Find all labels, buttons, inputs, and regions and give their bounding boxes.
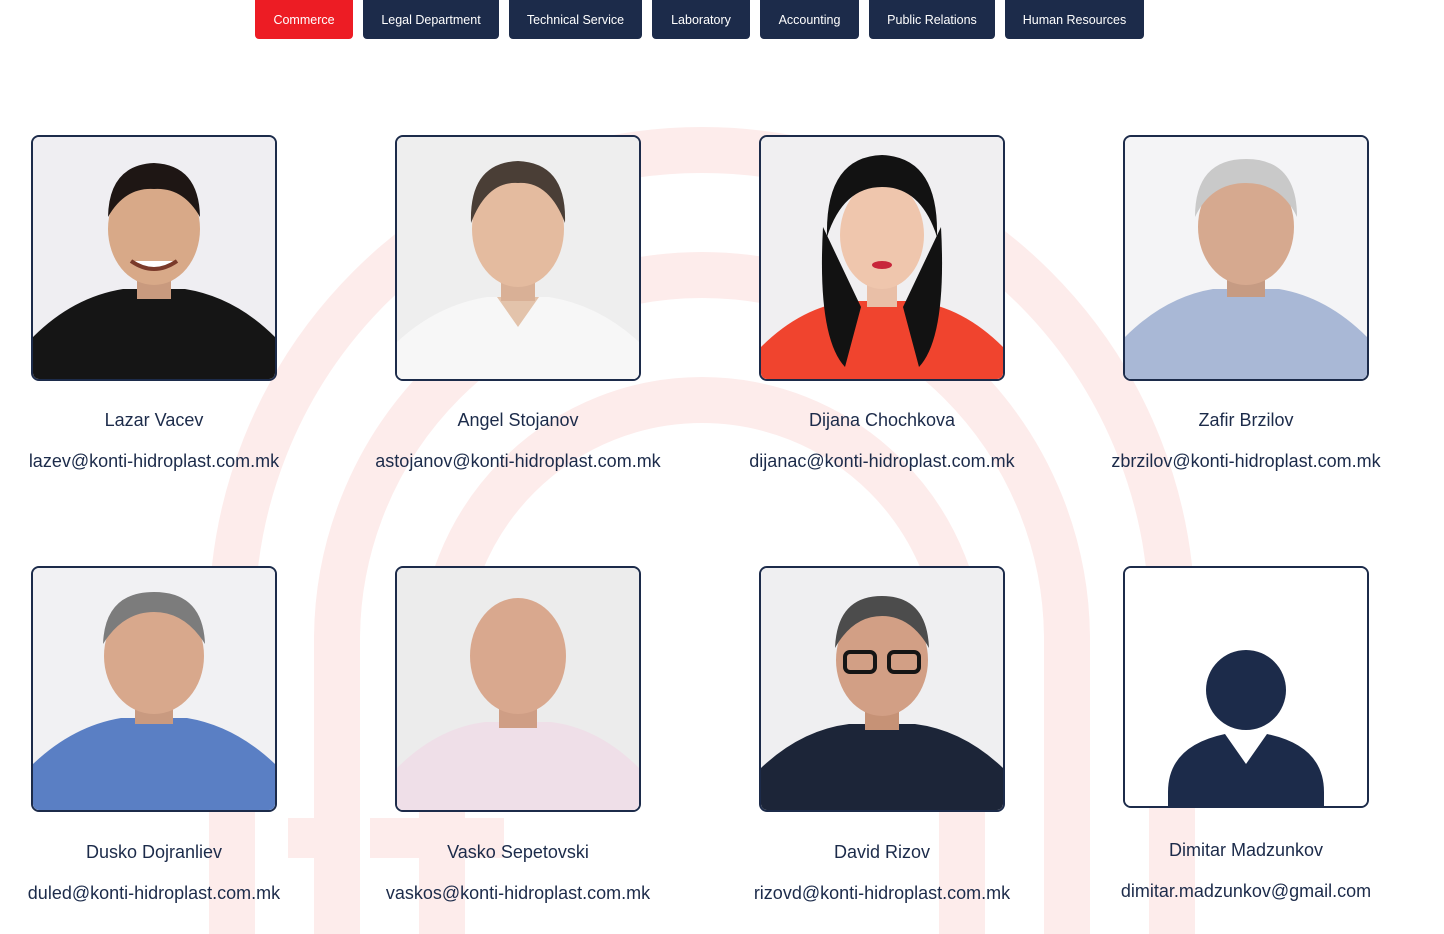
tab-accounting[interactable]: Accounting (760, 0, 859, 39)
department-tabs: Commerce Legal Department Technical Serv… (0, 0, 1444, 40)
employee-email-link[interactable]: duled@konti-hidroplast.com.mk (0, 883, 314, 904)
employee-name: Dimitar Madzunkov (1168, 840, 1324, 860)
employee-name: Dusko Dojranliev (85, 842, 223, 862)
tab-commerce[interactable]: Commerce (255, 0, 353, 39)
employee-name: Dijana Chochkova (808, 410, 956, 430)
employee-name: Vasko Sepetovski (447, 842, 589, 862)
employee-photo (759, 566, 1005, 812)
employee-name: Lazar Vacev (104, 410, 204, 430)
employee-email-link[interactable]: dimitar.madzunkov@gmail.com (1086, 881, 1406, 902)
employee-name: David Rizov (833, 842, 931, 862)
employee-name: Angel Stojanov (457, 410, 579, 430)
avatar-placeholder-icon (1125, 568, 1367, 806)
employee-email-link[interactable]: lazev@konti-hidroplast.com.mk (0, 451, 314, 472)
employee-email-link[interactable]: rizovd@konti-hidroplast.com.mk (722, 883, 1042, 904)
employee-photo (1123, 135, 1369, 381)
tab-laboratory[interactable]: Laboratory (652, 0, 750, 39)
tab-technical-service[interactable]: Technical Service (509, 0, 642, 39)
employee-name: Zafir Brzilov (1198, 410, 1294, 430)
employee-photo (759, 135, 1005, 381)
tab-human-resources[interactable]: Human Resources (1005, 0, 1144, 39)
employee-email-link[interactable]: astojanov@konti-hidroplast.com.mk (358, 451, 678, 472)
employee-email-link[interactable]: vaskos@konti-hidroplast.com.mk (358, 883, 678, 904)
tab-public-relations[interactable]: Public Relations (869, 0, 995, 39)
employee-photo (31, 566, 277, 812)
avatar-placeholder (1123, 566, 1369, 808)
employee-email-link[interactable]: zbrzilov@konti-hidroplast.com.mk (1086, 451, 1406, 472)
tab-legal-department[interactable]: Legal Department (363, 0, 499, 39)
employee-photo (31, 135, 277, 381)
employee-photo (395, 566, 641, 812)
employee-email-link[interactable]: dijanac@konti-hidroplast.com.mk (722, 451, 1042, 472)
employee-photo (395, 135, 641, 381)
